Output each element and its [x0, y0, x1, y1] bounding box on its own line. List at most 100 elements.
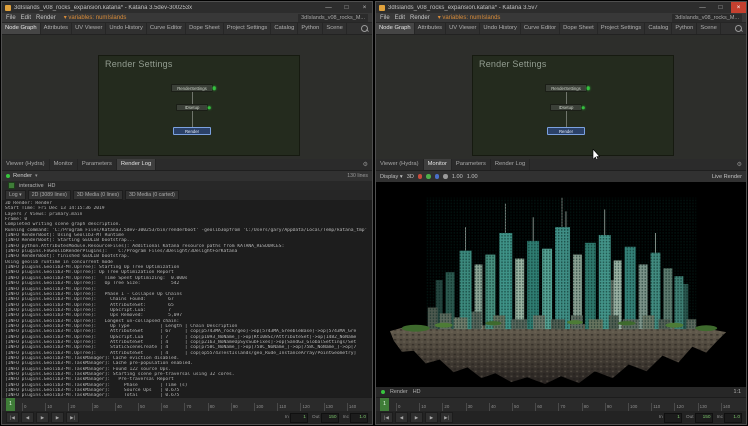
go-to-end-button[interactable]: ▶|	[66, 412, 79, 423]
timeline-ruler[interactable]: 1 0102030405060708090100110120130140	[376, 397, 746, 411]
node-render[interactable]: Render	[173, 127, 211, 135]
workspace-tab[interactable]: Curve Editor	[147, 23, 186, 34]
menu-item[interactable]: Edit	[21, 15, 31, 21]
close-button[interactable]: ×	[357, 2, 372, 13]
field-value[interactable]: 1.0	[350, 413, 368, 423]
workspace-tab[interactable]: Node Graph	[2, 23, 41, 34]
display-dropdown[interactable]: Display ▾	[380, 174, 403, 180]
search-icon[interactable]	[735, 25, 742, 32]
field-value[interactable]: 1	[664, 413, 682, 423]
gear-icon[interactable]: ⚙	[363, 161, 368, 168]
workspace-tab[interactable]: UV Viewer	[446, 23, 480, 34]
red-channel-icon[interactable]	[418, 174, 423, 179]
play-button[interactable]: ▶	[410, 412, 423, 423]
go-to-start-button[interactable]: |◀	[6, 412, 19, 423]
field-value[interactable]: 1.0	[724, 413, 742, 423]
log-filter-button[interactable]: 2D (3089 lines)	[28, 190, 71, 200]
tab-viewer-hydra[interactable]: Viewer (Hydra)	[2, 159, 50, 170]
workspace-tab[interactable]: Undo History	[480, 23, 521, 34]
workspace-tab[interactable]: Attributes	[41, 23, 73, 34]
field-value[interactable]: 150	[321, 413, 339, 423]
log-filter-button[interactable]: 3D Media (0 lines)	[73, 190, 123, 200]
workspace-tab[interactable]: UV Viewer	[72, 23, 106, 34]
gear-icon[interactable]: ⚙	[737, 161, 742, 168]
timeline-field[interactable]: Out 150	[312, 413, 339, 423]
workspace-tab[interactable]: Dope Sheet	[186, 23, 224, 34]
workspace-tab[interactable]: Project Settings	[598, 23, 646, 34]
tab-parameters[interactable]: Parameters	[78, 159, 117, 170]
node-render[interactable]: Render	[547, 127, 585, 135]
minimize-button[interactable]: —	[321, 2, 336, 13]
tab-parameters[interactable]: Parameters	[452, 159, 491, 170]
render-selector[interactable]: Render	[13, 173, 32, 179]
step-forward-button[interactable]: ▶	[425, 412, 438, 423]
workspace-tab[interactable]: Attributes	[415, 23, 447, 34]
log-filter-button[interactable]: Log ▾	[5, 190, 26, 200]
field-value[interactable]: 1	[290, 413, 308, 423]
minimize-button[interactable]: —	[695, 2, 710, 13]
workspace-tab[interactable]: Dope Sheet	[560, 23, 598, 34]
playhead[interactable]: 1	[380, 398, 389, 411]
titlebar[interactable]: 3dIslands_v08_rocks_expansion.katana* - …	[2, 2, 372, 13]
workspace-tab[interactable]: Catalog	[271, 23, 298, 34]
gain-value[interactable]: 1.00	[452, 174, 463, 180]
workspace-tab[interactable]: Curve Editor	[521, 23, 560, 34]
node-graph-panel[interactable]: Render Settings RenderSettings IDsetup R…	[376, 35, 746, 159]
workspace-tab[interactable]: Python	[298, 23, 323, 34]
menu-item[interactable]: Render	[36, 15, 56, 21]
menu-item[interactable]: File	[6, 15, 16, 21]
zoom-level[interactable]: 1:1	[734, 389, 742, 395]
tab-monitor[interactable]: Monitor	[424, 159, 452, 170]
workspace-tab[interactable]: Node Graph	[376, 23, 415, 34]
tab-monitor[interactable]: Monitor	[50, 159, 78, 170]
menu-item[interactable]: Edit	[395, 15, 405, 21]
tab-viewer-hydra[interactable]: Viewer (Hydra)	[376, 159, 424, 170]
node-idsetup[interactable]: IDsetup	[550, 104, 582, 111]
document-tab[interactable]: 3dIslands_v08_rocks_M...	[298, 14, 368, 22]
workspace-tab[interactable]: Scene	[697, 23, 720, 34]
node-rendersettings[interactable]: RenderSettings	[171, 84, 213, 92]
log-filter-button[interactable]: 3D Media (0 carted)	[125, 190, 179, 200]
step-forward-button[interactable]: ▶	[51, 412, 64, 423]
workspace-tab[interactable]: Scene	[323, 23, 346, 34]
tab-render-log[interactable]: Render Log	[491, 159, 530, 170]
view-mode-toggle[interactable]: 3D	[407, 174, 414, 180]
catalog-entry-row[interactable]: interactive HD	[2, 181, 372, 190]
variables-badge[interactable]: ▾ variables: numIslands	[438, 14, 501, 21]
gamma-value[interactable]: 1.00	[467, 174, 478, 180]
titlebar[interactable]: 3dIslands_v08_rocks_expansion.katana* - …	[376, 2, 746, 13]
step-back-button[interactable]: ◀	[395, 412, 408, 423]
green-channel-icon[interactable]	[426, 174, 431, 179]
go-to-end-button[interactable]: ▶|	[440, 412, 453, 423]
timeline-field[interactable]: Out 150	[686, 413, 713, 423]
node-graph-panel[interactable]: Render Settings RenderSettings IDsetup R…	[2, 35, 372, 159]
variables-badge[interactable]: ▾ variables: numIslands	[64, 14, 127, 21]
nodegraph-canvas[interactable]: Render Settings RenderSettings IDsetup R…	[472, 55, 674, 156]
timeline-field[interactable]: In 1	[659, 413, 682, 423]
field-value[interactable]: 150	[695, 413, 713, 423]
search-icon[interactable]	[361, 25, 368, 32]
document-tab[interactable]: 3dIslands_v08_rocks_M...	[672, 14, 742, 22]
chevron-down-icon[interactable]: ▾	[35, 173, 38, 179]
maximize-button[interactable]: □	[339, 2, 354, 13]
timeline-field[interactable]: Inc 1.0	[717, 413, 742, 423]
render-log-output[interactable]: 3D Render: RenderStart Time: Fri Dec 13 …	[2, 200, 372, 397]
node-rendersettings[interactable]: RenderSettings	[545, 84, 587, 92]
tab-render-log[interactable]: Render Log	[117, 159, 156, 170]
workspace-tab[interactable]: Project Settings	[224, 23, 272, 34]
close-button[interactable]: ×	[731, 2, 746, 13]
monitor-viewport[interactable]	[376, 182, 746, 387]
workspace-tab[interactable]: Python	[672, 23, 697, 34]
play-button[interactable]: ▶	[36, 412, 49, 423]
workspace-tab[interactable]: Catalog	[645, 23, 672, 34]
menu-item[interactable]: File	[380, 15, 390, 21]
timeline-field[interactable]: Inc 1.0	[343, 413, 368, 423]
nodegraph-canvas[interactable]: Render Settings RenderSettings IDsetup R…	[98, 55, 300, 156]
playhead[interactable]: 1	[6, 398, 15, 411]
timeline-field[interactable]: In 1	[285, 413, 308, 423]
blue-channel-icon[interactable]	[435, 174, 440, 179]
timeline-ruler[interactable]: 1 0102030405060708090100110120130140	[2, 397, 372, 411]
alpha-channel-icon[interactable]	[443, 174, 448, 179]
workspace-tab[interactable]: Undo History	[106, 23, 147, 34]
live-render-button[interactable]: Live Render	[712, 174, 742, 180]
